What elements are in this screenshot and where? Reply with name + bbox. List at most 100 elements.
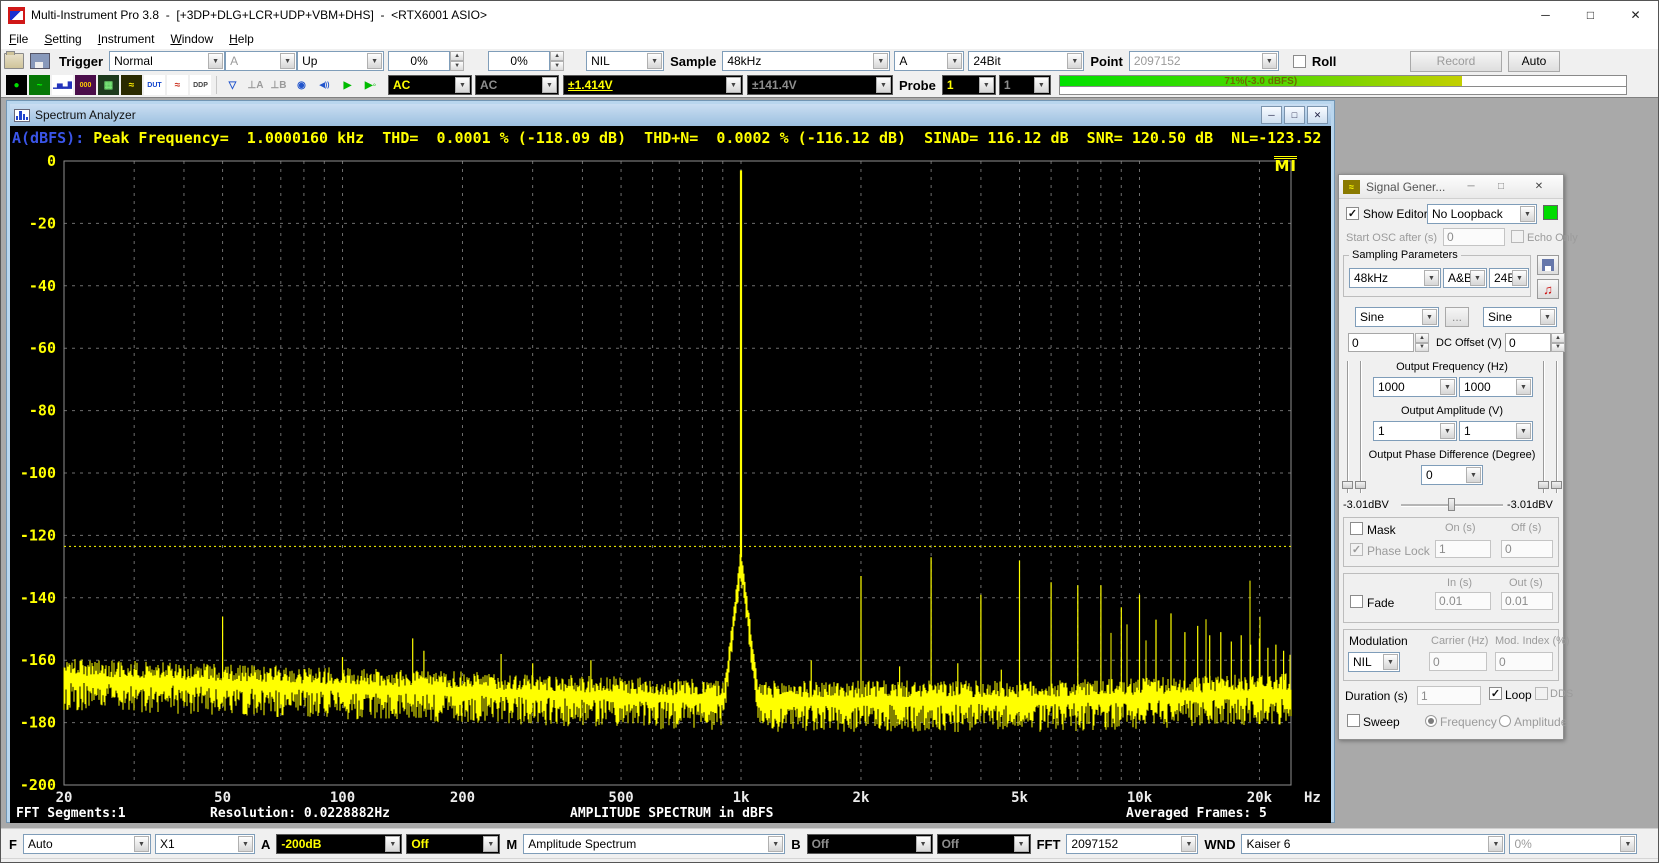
chevron-down-icon[interactable]: ▼ — [876, 77, 891, 93]
sampling-bits-select[interactable]: 24Bit▼ — [968, 51, 1084, 71]
dc-offset-b-spinner[interactable]: ▲▼ — [1551, 333, 1565, 352]
range-a-select[interactable]: ±1.414V▼ — [563, 75, 743, 95]
spin-down-icon[interactable]: ▼ — [1415, 343, 1429, 353]
mask-checkbox[interactable] — [1350, 522, 1363, 535]
chevron-down-icon[interactable]: ▼ — [726, 77, 741, 93]
spectrum-close-button[interactable]: ✕ — [1307, 106, 1328, 124]
loopback-select[interactable]: No Loopback▼ — [1427, 204, 1537, 224]
run-single-icon[interactable]: ▶◦ — [360, 75, 381, 95]
chevron-down-icon[interactable]: ▼ — [280, 53, 295, 69]
spin-up-icon[interactable]: ▲ — [550, 51, 564, 61]
chevron-down-icon[interactable]: ▼ — [385, 836, 400, 852]
range-a-display-select[interactable]: -200dB▼ — [276, 834, 402, 854]
menu-item-setting[interactable]: Setting — [36, 30, 89, 48]
level-fader-b2[interactable] — [1556, 361, 1558, 493]
chevron-down-icon[interactable]: ▼ — [647, 53, 662, 69]
chevron-down-icon[interactable]: ▼ — [1440, 379, 1455, 395]
chevron-down-icon[interactable]: ▼ — [1262, 53, 1277, 69]
chevron-down-icon[interactable]: ▼ — [768, 836, 783, 852]
chevron-down-icon[interactable]: ▼ — [1014, 836, 1029, 852]
fader-thumb-a1[interactable] — [1342, 481, 1353, 489]
spectrum-minimize-button[interactable]: ─ — [1261, 106, 1282, 124]
siggen-maximize-button[interactable]: □ — [1491, 178, 1511, 195]
sampling-channel-select[interactable]: A▼ — [894, 51, 964, 71]
fader-thumb-b1[interactable] — [1538, 481, 1549, 489]
chevron-down-icon[interactable]: ▼ — [916, 836, 931, 852]
maximize-button[interactable]: □ — [1568, 1, 1613, 29]
save-file-icon[interactable] — [30, 53, 50, 69]
chevron-down-icon[interactable]: ▼ — [1540, 309, 1555, 325]
menu-item-file[interactable]: File — [1, 30, 36, 48]
menu-item-instrument[interactable]: Instrument — [90, 30, 163, 48]
spin-up-icon[interactable]: ▲ — [450, 51, 464, 61]
spectrum-analyzer-icon[interactable]: ▁▅▂▇ — [52, 75, 73, 95]
trigger-hpf-select[interactable]: NIL▼ — [586, 51, 664, 71]
modulation-select[interactable]: NIL▼ — [1348, 652, 1400, 672]
trigger-delay-input[interactable]: 0% — [488, 51, 550, 71]
run-generator-button[interactable] — [1543, 205, 1558, 220]
minimize-button[interactable]: ─ — [1523, 1, 1568, 29]
chevron-down-icon[interactable]: ▼ — [483, 836, 498, 852]
trigger-delay-spinner[interactable]: ▲▼ — [550, 51, 564, 71]
fft-size-select[interactable]: 2097152▼ — [1066, 834, 1198, 854]
spin-up-icon[interactable]: ▲ — [1551, 333, 1565, 343]
chevron-down-icon[interactable]: ▼ — [1488, 836, 1503, 852]
trigger-mode-select[interactable]: Normal▼ — [109, 51, 225, 71]
derived-data-curves-icon[interactable]: ≈ — [167, 75, 188, 95]
spin-down-icon[interactable]: ▼ — [550, 61, 564, 71]
output-frequency-b-select[interactable]: 1000▼ — [1459, 377, 1533, 397]
dc-offset-b-input[interactable]: 0 — [1505, 333, 1551, 352]
spin-down-icon[interactable]: ▼ — [1551, 343, 1565, 353]
window-function-select[interactable]: Kaiser 6▼ — [1241, 834, 1505, 854]
chevron-down-icon[interactable]: ▼ — [367, 53, 382, 69]
menu-item-help[interactable]: Help — [221, 30, 262, 48]
chevron-down-icon[interactable]: ▼ — [1422, 309, 1437, 325]
sampling-rate-select[interactable]: 48kHz▼ — [722, 51, 890, 71]
chevron-down-icon[interactable]: ▼ — [1516, 379, 1531, 395]
spectrum-3d-plot-icon[interactable]: ▦ — [98, 75, 119, 95]
loop-checkbox[interactable]: ✓ — [1489, 687, 1502, 700]
siggen-bits-select[interactable]: 24Bit▼ — [1489, 268, 1529, 288]
run-icon[interactable]: ▶ — [337, 75, 358, 95]
waveform-b-select[interactable]: Sine▼ — [1483, 307, 1557, 327]
spectrum-maximize-button[interactable]: □ — [1284, 106, 1305, 124]
chevron-down-icon[interactable]: ▼ — [947, 53, 962, 69]
chevron-down-icon[interactable]: ▼ — [1512, 270, 1527, 286]
waveform-library-icon[interactable]: ♫ — [1537, 279, 1559, 299]
zoom-select[interactable]: X1▼ — [155, 834, 255, 854]
fader-thumb-a2[interactable] — [1355, 481, 1366, 489]
device-test-plan-icon[interactable]: DUT — [144, 75, 165, 95]
siggen-channels-select[interactable]: A&B▼ — [1443, 268, 1487, 288]
fade-checkbox[interactable] — [1350, 595, 1363, 608]
chevron-down-icon[interactable]: ▼ — [1067, 53, 1082, 69]
menu-item-window[interactable]: Window — [162, 30, 221, 48]
chevron-down-icon[interactable]: ▼ — [134, 836, 149, 852]
chevron-down-icon[interactable]: ▼ — [1440, 423, 1455, 439]
chevron-down-icon[interactable]: ▼ — [1383, 654, 1398, 670]
spin-up-icon[interactable]: ▲ — [1415, 333, 1429, 343]
show-editor-checkbox[interactable]: ✓ — [1346, 207, 1359, 220]
close-button[interactable]: ✕ — [1613, 1, 1658, 29]
sound-output-icon[interactable]: ◀)) — [314, 75, 335, 95]
save-waveform-button[interactable] — [1537, 255, 1559, 275]
probe-a-select[interactable]: 1▼ — [942, 75, 996, 95]
chevron-down-icon[interactable]: ▼ — [1516, 423, 1531, 439]
chevron-down-icon[interactable]: ▼ — [1470, 270, 1485, 286]
dc-offset-a-spinner[interactable]: ▲▼ — [1415, 333, 1429, 352]
dc-offset-a-input[interactable]: 0 — [1348, 333, 1414, 352]
fader-thumb-b2[interactable] — [1551, 481, 1562, 489]
chevron-down-icon[interactable]: ▼ — [238, 836, 253, 852]
zero-b-icon[interactable]: ⊥B — [268, 75, 289, 95]
digital-filter-icon[interactable]: ▽ — [222, 75, 243, 95]
chevron-down-icon[interactable]: ▼ — [208, 53, 223, 69]
level-fader-b1[interactable] — [1543, 361, 1545, 493]
chevron-down-icon[interactable]: ▼ — [1620, 836, 1635, 852]
waveform-a-select[interactable]: Sine▼ — [1355, 307, 1439, 327]
level-fader-a2[interactable] — [1360, 361, 1362, 493]
output-phase-select[interactable]: 0▼ — [1421, 465, 1483, 485]
chevron-down-icon[interactable]: ▼ — [1034, 77, 1049, 93]
siggen-sampling-rate-select[interactable]: 48kHz▼ — [1349, 268, 1441, 288]
level-fader-a1[interactable] — [1347, 361, 1349, 493]
chevron-down-icon[interactable]: ▼ — [1520, 206, 1535, 222]
trigger-level-input[interactable]: 0% — [388, 51, 450, 71]
